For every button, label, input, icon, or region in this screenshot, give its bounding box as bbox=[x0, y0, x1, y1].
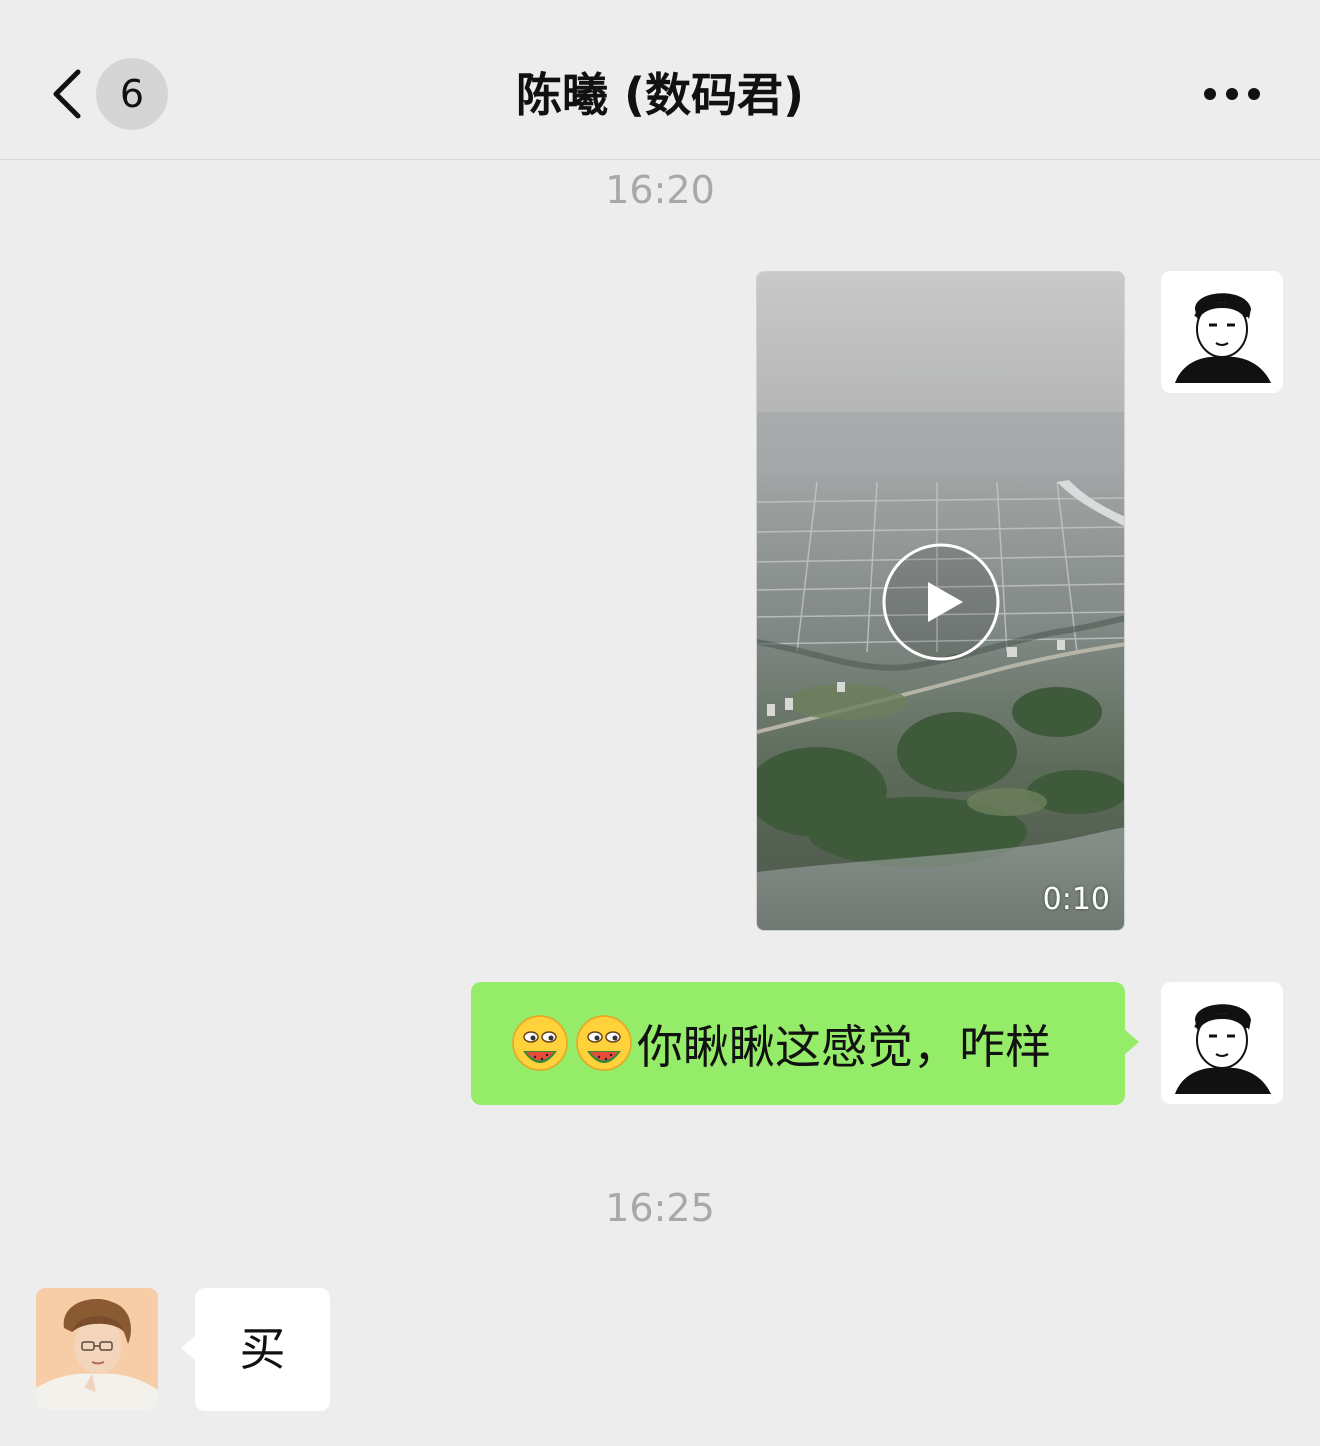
eating-watermelon-emoji bbox=[573, 1013, 635, 1075]
video-duration: 0:10 bbox=[1042, 882, 1110, 917]
cartoon-avatar-icon bbox=[1161, 271, 1283, 393]
contact-photo-icon bbox=[36, 1288, 158, 1410]
message-content: 你瞅瞅这感觉，咋样 bbox=[509, 1014, 1051, 1074]
contact-avatar[interactable] bbox=[36, 1288, 158, 1410]
incoming-message-bubble[interactable]: 买 bbox=[181, 1288, 330, 1411]
my-avatar[interactable] bbox=[1161, 982, 1283, 1104]
chat-header: 6 陈曦 (数码君) bbox=[0, 0, 1320, 160]
more-button[interactable] bbox=[1190, 66, 1280, 122]
eating-watermelon-emoji bbox=[509, 1013, 571, 1075]
my-avatar[interactable] bbox=[1161, 271, 1283, 393]
message-text: 你瞅瞅这感觉，咋样 bbox=[637, 1020, 1051, 1074]
message-text: 买 bbox=[239, 1322, 286, 1376]
chat-title: 陈曦 (数码君) bbox=[515, 68, 805, 122]
chevron-left-icon bbox=[53, 69, 81, 119]
play-icon[interactable] bbox=[881, 542, 1001, 662]
timestamp: 16:25 bbox=[605, 1186, 715, 1230]
outgoing-message-bubble[interactable]: 你瞅瞅这感觉，咋样 bbox=[471, 982, 1139, 1105]
back-button[interactable]: 6 bbox=[40, 56, 180, 132]
unread-count-badge: 6 bbox=[96, 58, 168, 130]
more-dots-icon bbox=[1204, 88, 1260, 100]
video-message[interactable]: 0:10 bbox=[756, 271, 1125, 931]
timestamp: 16:20 bbox=[605, 168, 715, 212]
cartoon-avatar-icon bbox=[1161, 982, 1283, 1104]
